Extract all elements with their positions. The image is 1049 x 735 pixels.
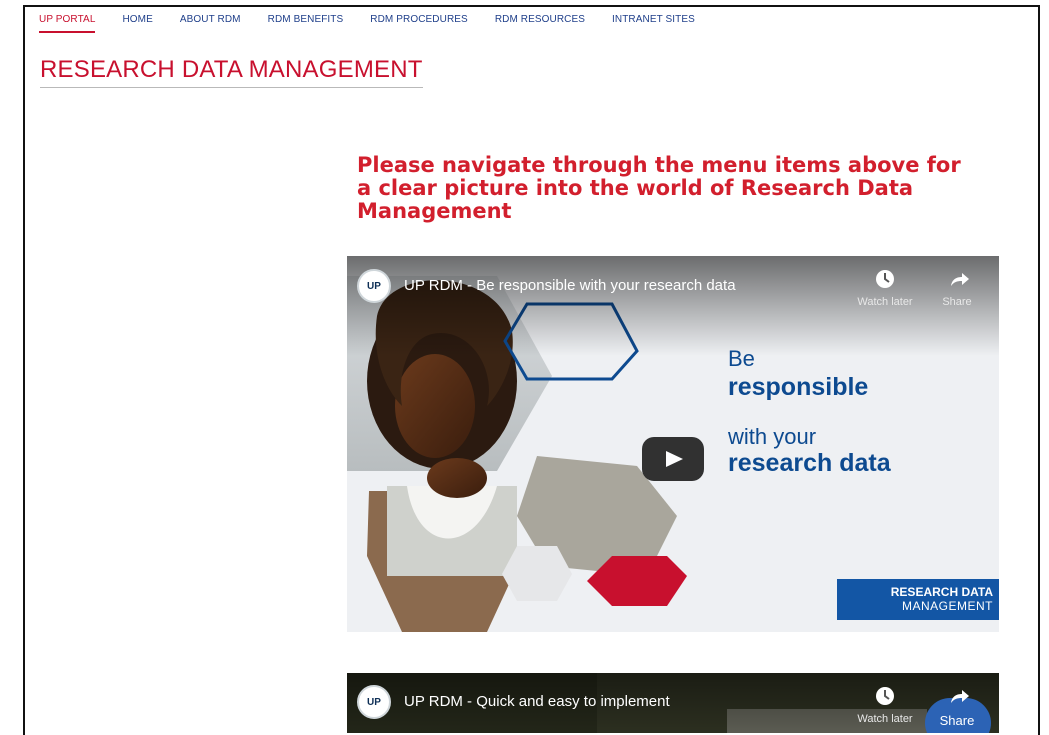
nav-rdm-procedures[interactable]: RDM PROCEDURES <box>370 14 468 31</box>
lead-heading: Please navigate through the menu items a… <box>357 153 961 223</box>
rdm-badge-line-1: RESEARCH DATA <box>890 585 993 599</box>
nav-home[interactable]: HOME <box>122 14 152 31</box>
nav-up-portal[interactable]: UP PORTAL <box>39 14 96 33</box>
channel-logo[interactable]: UP <box>357 269 391 303</box>
watch-later-label: Watch later <box>857 713 913 725</box>
video-title[interactable]: UP RDM - Quick and easy to implement <box>404 693 670 710</box>
nav-about-rdm[interactable]: ABOUT RDM <box>180 14 241 31</box>
share-arrow-icon <box>951 273 969 286</box>
rdm-badge: RESEARCH DATA MANAGEMENT <box>837 579 999 620</box>
nav-rdm-benefits[interactable]: RDM BENEFITS <box>268 14 344 31</box>
clock-icon <box>876 270 894 288</box>
share-label: Share <box>942 296 972 308</box>
watch-later-button[interactable]: Watch later <box>853 685 917 725</box>
overlay-line-3: with your <box>728 424 817 449</box>
watch-later-button[interactable]: Watch later <box>853 268 917 308</box>
nav-intranet-sites[interactable]: INTRANET SITES <box>612 14 695 31</box>
share-button[interactable]: Share <box>925 685 989 728</box>
video-overlay-text: Be responsible with your research data <box>728 346 891 476</box>
share-label: Share <box>939 713 975 728</box>
video-player-2[interactable]: UP UP RDM - Quick and easy to implement … <box>347 673 999 733</box>
rdm-badge-line-2: MANAGEMENT <box>901 599 993 613</box>
page-title: RESEARCH DATA MANAGEMENT <box>40 56 423 88</box>
share-button[interactable]: Share <box>925 268 989 308</box>
overlay-line-1: Be <box>728 346 755 371</box>
channel-logo[interactable]: UP <box>357 685 391 719</box>
top-nav: UP PORTAL HOME ABOUT RDM RDM BENEFITS RD… <box>39 14 722 38</box>
video-title[interactable]: UP RDM - Be responsible with your resear… <box>404 277 736 294</box>
play-icon[interactable] <box>642 437 704 481</box>
clock-icon <box>876 687 894 705</box>
share-arrow-icon <box>951 690 969 703</box>
watch-later-label: Watch later <box>857 296 913 308</box>
overlay-line-2: responsible <box>728 373 869 401</box>
overlay-line-4: research data <box>728 449 891 477</box>
video-player-1[interactable]: UP UP RDM - Be responsible with your res… <box>347 256 999 632</box>
nav-rdm-resources[interactable]: RDM RESOURCES <box>495 14 585 31</box>
